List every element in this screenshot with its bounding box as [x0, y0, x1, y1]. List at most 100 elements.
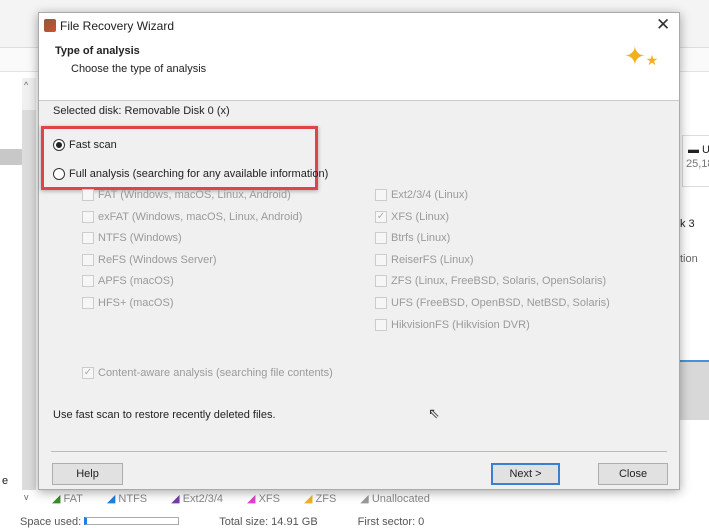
checkbox[interactable]	[82, 232, 94, 245]
checkbox[interactable]	[375, 232, 387, 245]
checkbox-label: HikvisionFS (Hikvision DVR)	[391, 318, 530, 331]
dialog-title: File Recovery Wizard	[60, 19, 175, 33]
checkbox[interactable]	[375, 189, 387, 201]
disk-card[interactable]: ▬ U 25,18	[682, 135, 709, 187]
checkbox-label: ReFS (Windows Server)	[98, 253, 217, 266]
checkbox-label: Btrfs (Linux)	[391, 232, 451, 245]
checkbox-fs[interactable]: ZFS (Linux, FreeBSD, Solaris, OpenSolari…	[375, 275, 607, 288]
magic-wand-icon: ✦★	[624, 41, 659, 71]
drive-icon: ▬ U	[688, 144, 709, 156]
divider	[51, 451, 667, 452]
legend-swatch-icon: ◢	[360, 493, 369, 505]
sidebar-scroll-thumb[interactable]	[22, 110, 36, 490]
checkbox[interactable]	[82, 275, 94, 288]
disk-size: 25,18	[686, 158, 709, 170]
checkbox[interactable]	[82, 189, 94, 201]
radio-label: Fast scan	[69, 139, 117, 151]
checkbox-fs[interactable]: Ext2/3/4 (Linux)	[375, 189, 468, 201]
checkbox-fs[interactable]: FAT (Windows, macOS, Linux, Android)	[82, 189, 291, 201]
checkbox-fs[interactable]: ✓ XFS (Linux)	[375, 210, 450, 223]
scroll-up-icon[interactable]: ^	[24, 80, 28, 90]
legend-label: FAT	[63, 493, 83, 505]
close-icon[interactable]: ✕	[656, 15, 670, 35]
checkbox-label: XFS (Linux)	[391, 210, 450, 223]
legend-item: ◢ NTFS	[107, 493, 147, 505]
legend-label: NTFS	[118, 493, 148, 505]
legend-item: ◢ Unallocated	[360, 493, 430, 505]
checkbox-fs[interactable]: exFAT (Windows, macOS, Linux, Android)	[82, 210, 303, 223]
legend-label: Ext2/3/4	[182, 493, 224, 505]
total-size: Total size: 14.91 GB	[219, 516, 318, 528]
title-bar: File Recovery Wizard ✕	[39, 13, 679, 39]
checkbox-label: APFS (macOS)	[98, 275, 174, 288]
checkbox-label: FAT (Windows, macOS, Linux, Android)	[98, 189, 291, 201]
sidebar-text-fragment: e	[2, 475, 9, 487]
checkbox-fs[interactable]: NTFS (Windows)	[82, 232, 182, 245]
highlight-box	[41, 126, 318, 190]
checkbox[interactable]	[82, 253, 94, 266]
checkbox[interactable]	[375, 253, 387, 266]
checkbox-fs[interactable]: HFS+ (macOS)	[82, 297, 173, 309]
hint-text: Use fast scan to restore recently delete…	[53, 409, 276, 421]
legend-item: ◢ Ext2/3/4	[171, 493, 223, 505]
mouse-cursor-icon: ⇖	[428, 405, 440, 421]
legend-item: ◢ XFS	[247, 493, 280, 505]
checkbox[interactable]: ✓	[82, 367, 94, 379]
first-sector: First sector: 0	[357, 516, 425, 528]
sidebar-selected-item[interactable]	[0, 149, 22, 165]
space-used-bar	[84, 517, 180, 525]
checkbox-label: Ext2/3/4 (Linux)	[391, 189, 469, 201]
file-recovery-wizard-dialog: File Recovery Wizard ✕ Type of analysis …	[38, 12, 680, 490]
checkbox[interactable]	[375, 297, 387, 309]
checkbox[interactable]	[82, 297, 94, 309]
radio-button[interactable]	[53, 139, 65, 151]
selected-row[interactable]	[680, 360, 709, 420]
label-fragment: tion	[680, 253, 698, 265]
checkbox[interactable]	[82, 210, 94, 223]
status-bar: Space used: Total size: 14.91 GB First s…	[20, 516, 424, 528]
legend-item: ◢ ZFS	[304, 493, 336, 505]
radio-label: Full analysis (searching for any availab…	[69, 168, 329, 180]
checkbox-fs[interactable]: UFS (FreeBSD, OpenBSD, NetBSD, Solaris)	[375, 297, 610, 309]
space-used-label: Space used:	[20, 516, 82, 528]
selected-disk-label: Selected disk: Removable Disk 0 (x)	[53, 105, 230, 117]
legend-swatch-icon: ◢	[106, 493, 116, 505]
disk-name-fragment: k 3	[680, 218, 695, 230]
legend-swatch-icon: ◢	[247, 493, 256, 505]
close-button[interactable]: Close	[598, 463, 668, 485]
checkbox-fs[interactable]: Btrfs (Linux)	[375, 232, 451, 245]
legend-item: ◢ FAT	[52, 493, 83, 505]
radio-fast-scan[interactable]: Fast scan	[53, 139, 117, 151]
app-icon	[44, 19, 56, 32]
checkbox-label: HFS+ (macOS)	[98, 297, 174, 309]
legend-label: Unallocated	[371, 493, 430, 505]
legend-label: ZFS	[315, 493, 337, 505]
checkbox-fs[interactable]: HikvisionFS (Hikvision DVR)	[375, 318, 530, 331]
radio-button[interactable]	[53, 168, 65, 180]
next-button[interactable]: Next >	[491, 463, 560, 485]
legend-swatch-icon: ◢	[52, 493, 61, 505]
checkbox-fs[interactable]: ReiserFS (Linux)	[375, 253, 474, 266]
radio-full-analysis[interactable]: Full analysis (searching for any availab…	[53, 168, 328, 180]
wizard-header: Type of analysis Choose the type of anal…	[39, 39, 679, 101]
legend-swatch-icon: ◢	[171, 493, 180, 505]
legend: ◢ FAT ◢ NTFS ◢ Ext2/3/4 ◢ XFS ◢ ZFS ◢ Unalloc…	[52, 492, 454, 505]
help-button[interactable]: Help	[52, 463, 123, 485]
checkbox-label: UFS (FreeBSD, OpenBSD, NetBSD, Solaris)	[391, 297, 610, 309]
checkbox-fs[interactable]: ReFS (Windows Server)	[82, 253, 217, 266]
header-subtitle: Choose the type of analysis	[71, 63, 207, 75]
checkbox[interactable]	[375, 275, 387, 288]
legend-label: XFS	[258, 493, 280, 505]
checkbox-label: exFAT (Windows, macOS, Linux, Android)	[98, 210, 303, 223]
checkbox-label: NTFS (Windows)	[98, 232, 182, 245]
checkbox-label: Content-aware analysis (searching file c…	[98, 367, 333, 379]
legend-swatch-icon: ◢	[303, 493, 313, 505]
checkbox-content-aware[interactable]: ✓ Content-aware analysis (searching file …	[82, 367, 333, 379]
scroll-down-icon[interactable]: v	[24, 492, 29, 502]
checkbox-label: ReiserFS (Linux)	[391, 253, 474, 266]
header-title: Type of analysis	[55, 45, 140, 57]
checkbox[interactable]	[375, 318, 387, 331]
checkbox-label: ZFS (Linux, FreeBSD, Solaris, OpenSolari…	[391, 275, 607, 288]
checkbox-fs[interactable]: APFS (macOS)	[82, 275, 174, 288]
checkbox[interactable]: ✓	[375, 210, 387, 223]
